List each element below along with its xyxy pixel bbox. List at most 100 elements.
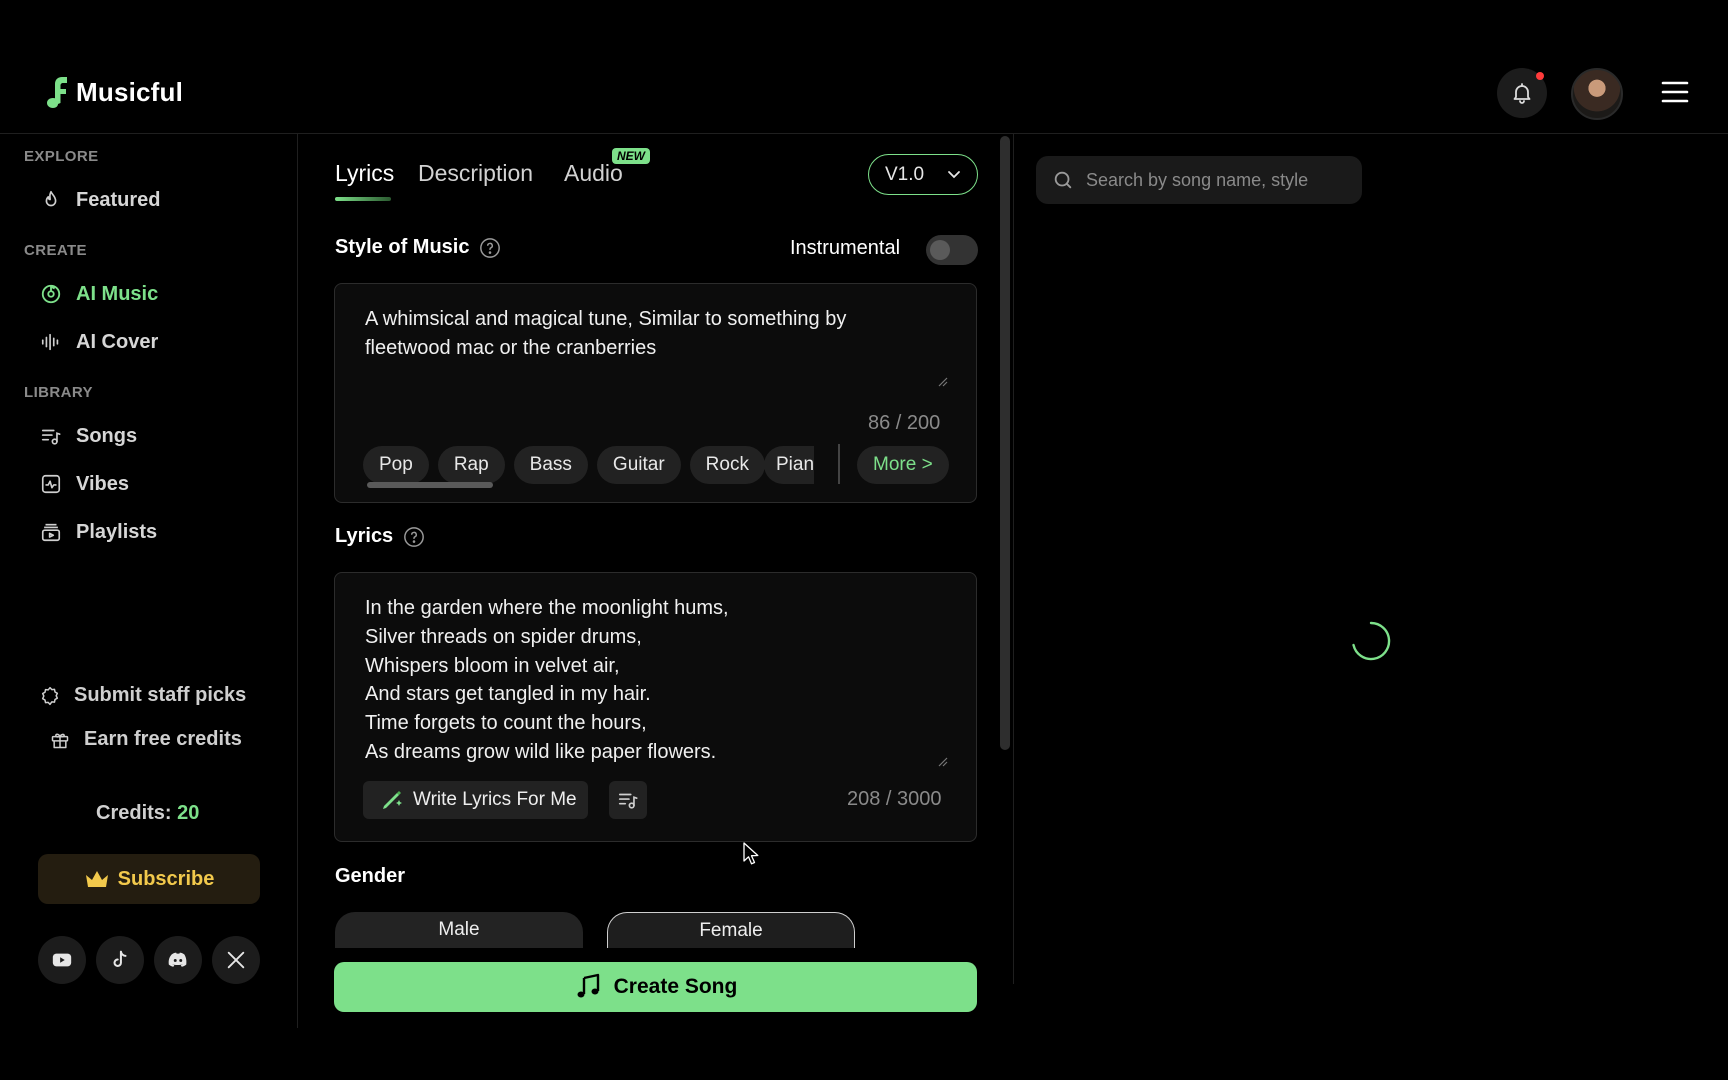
active-tab-indicator	[335, 197, 391, 201]
discord-icon	[168, 952, 187, 967]
style-textarea[interactable]: A whimsical and magical tune, Similar to…	[365, 305, 945, 363]
lyrics-structure-button[interactable]	[609, 781, 647, 819]
lyrics-heading: Lyrics	[335, 525, 425, 548]
create-song-button[interactable]: Create Song	[334, 962, 977, 1012]
credits-label: Credits:	[96, 802, 172, 824]
sidebar-item-label: Songs	[76, 424, 138, 447]
loading-spinner-icon	[1352, 621, 1391, 661]
lyrics-input-box: In the garden where the moonlight hums, …	[334, 572, 977, 842]
create-song-label: Create Song	[613, 975, 738, 998]
style-of-music-heading: Style of Music	[335, 236, 501, 259]
resize-handle-icon[interactable]	[938, 377, 948, 387]
style-input-box: A whimsical and magical tune, Similar to…	[334, 283, 977, 503]
app-name: Musicful	[76, 76, 184, 107]
main-scrollbar[interactable]	[1000, 136, 1010, 750]
gift-icon	[51, 732, 69, 748]
style-title: Style of Music	[335, 236, 470, 258]
sidebar-item-label: AI Cover	[76, 330, 159, 353]
sidebar-item-ai-music[interactable]: AI Music	[40, 279, 158, 309]
lyrics-title: Lyrics	[335, 525, 394, 547]
playlist-icon	[41, 523, 61, 542]
genre-chip-partial[interactable]: Pian	[764, 446, 814, 484]
chips-scrollbar[interactable]	[367, 482, 493, 488]
genre-chip[interactable]: Rap	[437, 446, 505, 484]
user-avatar[interactable]	[1571, 68, 1623, 120]
song-search	[1036, 156, 1362, 204]
resize-handle-icon[interactable]	[938, 757, 948, 767]
lyrics-textarea[interactable]: In the garden where the moonlight hums, …	[365, 594, 925, 767]
earn-free-credits-label: Earn free credits	[84, 728, 242, 750]
toggle-knob	[930, 240, 950, 260]
sidebar-item-featured[interactable]: Featured	[40, 185, 160, 215]
waveform-icon	[41, 333, 59, 351]
version-value: V1.0	[885, 163, 925, 185]
version-select[interactable]: V1.0	[868, 154, 978, 195]
tiktok-icon	[113, 950, 127, 967]
sidebar-item-label: Featured	[76, 188, 161, 211]
sidebar-item-vibes[interactable]: Vibes	[40, 469, 129, 499]
app-logo[interactable]: Musicful	[44, 76, 183, 108]
help-icon[interactable]	[403, 526, 425, 548]
genre-chip[interactable]: Guitar	[596, 446, 681, 484]
submit-staff-picks-label: Submit staff picks	[74, 684, 247, 706]
section-label-explore: EXPLORE	[24, 148, 99, 165]
ai-music-icon	[41, 284, 61, 304]
notification-dot	[1536, 72, 1544, 80]
tab-lyrics[interactable]: Lyrics	[335, 160, 394, 187]
sidebar-item-label: Vibes	[76, 472, 129, 495]
sidebar-item-playlists[interactable]: Playlists	[40, 517, 157, 547]
song-list-icon	[618, 793, 638, 809]
top-header: Musicful	[0, 0, 1728, 134]
panel-divider	[1013, 134, 1014, 984]
flame-icon	[45, 190, 57, 207]
write-lyrics-button[interactable]: Write Lyrics For Me	[363, 781, 588, 819]
submit-staff-picks-link[interactable]: Submit staff picks	[40, 684, 246, 707]
sidebar-item-label: AI Music	[76, 282, 159, 305]
hamburger-menu-icon[interactable]	[1661, 79, 1689, 105]
style-char-counter: 86 / 200	[868, 412, 941, 434]
bell-icon	[1513, 83, 1531, 104]
crown-icon	[85, 871, 108, 887]
write-lyrics-label: Write Lyrics For Me	[413, 789, 577, 810]
youtube-link[interactable]	[38, 936, 86, 984]
song-list-icon	[41, 429, 61, 445]
gender-male-button[interactable]: Male	[335, 912, 583, 948]
subscribe-label: Subscribe	[117, 867, 215, 890]
instrumental-toggle[interactable]	[926, 235, 978, 265]
tab-description[interactable]: Description	[418, 160, 533, 187]
section-label-library: LIBRARY	[24, 384, 93, 401]
sidebar-item-label: Playlists	[76, 520, 158, 543]
credits-value: 20	[177, 802, 200, 824]
sidebar-item-ai-cover[interactable]: AI Cover	[40, 327, 158, 357]
logo-mark-icon	[47, 77, 67, 108]
search-input[interactable]	[1086, 169, 1356, 191]
x-link[interactable]	[212, 936, 260, 984]
genre-chip[interactable]: Rock	[689, 446, 765, 484]
subscribe-button[interactable]: Subscribe	[38, 854, 260, 904]
discord-link[interactable]	[154, 936, 202, 984]
sidebar: EXPLORE Featured CREATE AI Music AI Cove…	[0, 134, 298, 1028]
genre-chips: Pop Rap Bass Guitar Rock	[363, 446, 765, 484]
earn-free-credits-link[interactable]: Earn free credits	[50, 728, 242, 751]
help-icon[interactable]	[479, 237, 501, 259]
gender-female-button[interactable]: Female	[607, 912, 855, 948]
gender-heading: Gender	[335, 865, 405, 888]
section-label-create: CREATE	[24, 242, 87, 259]
genre-chip[interactable]: Bass	[513, 446, 588, 484]
badge-star-icon	[41, 686, 59, 705]
tab-audio[interactable]: Audio	[564, 160, 623, 187]
more-genres-button[interactable]: More >	[857, 446, 949, 484]
tiktok-link[interactable]	[96, 936, 144, 984]
genre-chip[interactable]: Pop	[363, 446, 429, 484]
chevron-down-icon	[948, 170, 960, 178]
instrumental-label: Instrumental	[790, 237, 901, 259]
mouse-cursor-icon	[743, 842, 759, 865]
youtube-icon	[52, 953, 72, 967]
chip-divider	[838, 444, 840, 484]
credits-display: Credits: 20	[96, 802, 199, 825]
sidebar-item-songs[interactable]: Songs	[40, 421, 137, 451]
music-notes-icon	[577, 973, 599, 998]
new-badge: NEW	[612, 148, 650, 164]
gender-title: Gender	[335, 865, 406, 887]
search-icon	[1054, 171, 1072, 189]
